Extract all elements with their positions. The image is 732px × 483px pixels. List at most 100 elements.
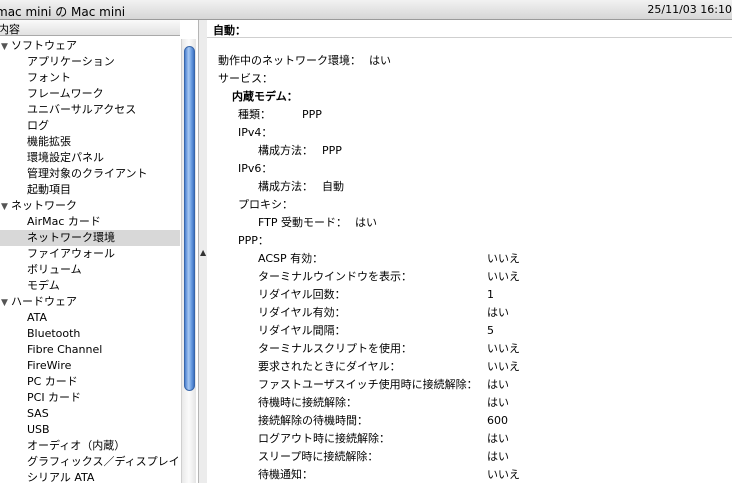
sidebar-item-label: FireWire [27, 359, 72, 372]
scrollbar-thumb[interactable] [184, 46, 195, 391]
ipv6-method-label: 構成方法： [258, 180, 313, 193]
window-title: mac mini の Mac mini [0, 5, 126, 19]
ppp-setting-label: 接続解除の待機時間： [258, 414, 368, 427]
active-location-value: はい [369, 54, 391, 67]
sidebar-item-label: PC カード [27, 375, 78, 388]
sidebar-item[interactable]: シリアル ATA [0, 470, 180, 483]
ppp-setting-label: ターミナルスクリプトを使用： [258, 342, 412, 355]
sidebar-item[interactable]: ログ [0, 118, 180, 134]
sidebar-item-label: ボリューム [27, 263, 82, 276]
sidebar-item[interactable]: モデム [0, 278, 180, 294]
sidebar-item[interactable]: Bluetooth [0, 326, 180, 342]
sidebar-item-label: フォント [27, 71, 71, 84]
sidebar-item[interactable]: フレームワーク [0, 86, 180, 102]
sidebar-item[interactable]: 環境設定パネル [0, 150, 180, 166]
ppp-setting-value: はい [487, 306, 509, 319]
sidebar-item-label: SAS [27, 407, 49, 420]
sidebar-item[interactable]: 機能拡張 [0, 134, 180, 150]
ppp-setting-label: スリープ時に接続解除： [258, 450, 379, 463]
ppp-setting-value: いいえ [487, 468, 520, 481]
sidebar-scrollbar[interactable] [181, 39, 196, 483]
sidebar-item[interactable]: ファイアウォール [0, 246, 180, 262]
modem-label: 内蔵モデム： [232, 90, 298, 103]
sidebar-item[interactable]: FireWire [0, 358, 180, 374]
type-value: PPP [302, 108, 322, 121]
ppp-setting-label: リダイヤル回数： [258, 288, 346, 301]
ipv4-method-label: 構成方法： [258, 144, 313, 157]
sidebar-category[interactable]: ▼ ソフトウェア [0, 38, 180, 54]
ppp-setting-value: はい [487, 396, 509, 409]
sidebar-item[interactable]: SAS [0, 406, 180, 422]
window-title-bar: mac mini の Mac mini 25/11/03 16:10 [0, 0, 732, 20]
sidebar-item-label: ネットワーク環境 [27, 231, 115, 244]
detail-header: 自動： [207, 20, 732, 38]
ftp-passive-label: FTP 受動モード： [258, 216, 347, 229]
sidebar-item-label: グラフィックス／ディスプレイ [27, 455, 180, 468]
ppp-setting-value: いいえ [487, 342, 520, 355]
sidebar-item-label: アプリケーション [27, 55, 115, 68]
sidebar-category[interactable]: ▼ ネットワーク [0, 198, 180, 214]
sidebar-item-label: 機能拡張 [27, 135, 71, 148]
ppp-setting-label: 要求されたときにダイヤル： [258, 360, 401, 373]
sidebar-item-label: ログ [27, 119, 49, 132]
sidebar-item[interactable]: ATA [0, 310, 180, 326]
ppp-setting-label: リダイヤル有効： [258, 306, 346, 319]
ppp-setting-label: 待機時に接続解除： [258, 396, 357, 409]
sidebar-item[interactable]: オーディオ（内蔵） [0, 438, 180, 454]
sidebar-item-label: Bluetooth [27, 327, 81, 340]
sidebar: 内容 ▼ ソフトウェア アプリケーション フォント フレームワーク ユニバーサルアクセスロ… [0, 20, 199, 483]
sidebar-item-label: PCI カード [27, 391, 82, 404]
ppp-setting-value: はい [487, 378, 509, 391]
ppp-setting-value: いいえ [487, 252, 520, 265]
services-label: サービス： [218, 72, 273, 85]
sidebar-item[interactable]: PCI カード [0, 390, 180, 406]
sidebar-category[interactable]: ▼ ハードウェア [0, 294, 180, 310]
sidebar-item[interactable]: フォント [0, 70, 180, 86]
sidebar-item[interactable]: 起動項目 [0, 182, 180, 198]
column-header[interactable]: 内容 [0, 20, 180, 36]
active-location-label: 動作中のネットワーク環境： [218, 54, 361, 67]
sidebar-item[interactable]: ボリューム [0, 262, 180, 278]
sidebar-item-label: モデム [27, 279, 60, 292]
contents-tree: ▼ ソフトウェア アプリケーション フォント フレームワーク ユニバーサルアクセス ログ 機能… [0, 38, 180, 483]
disclosure-triangle-icon[interactable]: ▼ [1, 39, 11, 55]
ipv4-label: IPv4： [238, 126, 273, 139]
sidebar-item[interactable]: AirMac カード [0, 214, 180, 230]
sidebar-item-label: ハードウェア [11, 295, 77, 308]
sidebar-item[interactable]: 管理対象のクライアント [0, 166, 180, 182]
sidebar-item-label: 管理対象のクライアント [27, 167, 148, 180]
disclosure-triangle-icon[interactable]: ▼ [1, 295, 11, 311]
disclosure-triangle-icon[interactable]: ▼ [1, 199, 11, 215]
ppp-setting-label: 待機通知： [258, 468, 313, 481]
ppp-setting-value: 1 [487, 288, 494, 301]
sidebar-item[interactable]: ネットワーク環境 [0, 230, 180, 246]
sidebar-item[interactable]: アプリケーション [0, 54, 180, 70]
sidebar-item-label: ネットワーク [11, 199, 77, 212]
ipv4-method-value: PPP [322, 144, 342, 157]
ppp-setting-value: いいえ [487, 360, 520, 373]
sidebar-item-label: オーディオ（内蔵） [27, 439, 126, 452]
ppp-setting-label: ログアウト時に接続解除： [258, 432, 390, 445]
ppp-setting-label: ターミナルウインドウを表示： [258, 270, 412, 283]
split-divider[interactable]: ▲ [199, 20, 207, 483]
split-handle-icon: ▲ [200, 248, 207, 257]
proxy-label: プロキシ： [238, 198, 293, 211]
ppp-setting-value: 5 [487, 324, 494, 337]
ppp-setting-value: はい [487, 450, 509, 463]
ipv6-method-value: 自動 [322, 180, 344, 193]
sidebar-item-label: 起動項目 [27, 183, 71, 196]
sidebar-item[interactable]: Fibre Channel [0, 342, 180, 358]
sidebar-item[interactable]: グラフィックス／ディスプレイ [0, 454, 180, 470]
sidebar-item-label: ユニバーサルアクセス [27, 103, 137, 116]
sidebar-item-label: ソフトウェア [11, 39, 77, 52]
ppp-setting-label: ファストユーザスイッチ使用時に接続解除： [258, 378, 478, 391]
ipv6-label: IPv6： [238, 162, 273, 175]
ppp-setting-value: 600 [487, 414, 508, 427]
sidebar-item-label: 環境設定パネル [27, 151, 104, 164]
sidebar-item[interactable]: PC カード [0, 374, 180, 390]
sidebar-item[interactable]: USB [0, 422, 180, 438]
ppp-setting-label: リダイヤル間隔： [258, 324, 346, 337]
sidebar-item-label: USB [27, 423, 50, 436]
detail-pane: 自動： 動作中のネットワーク環境： はい サービス： 内蔵モデム： 種類： PP… [207, 20, 732, 483]
sidebar-item[interactable]: ユニバーサルアクセス [0, 102, 180, 118]
